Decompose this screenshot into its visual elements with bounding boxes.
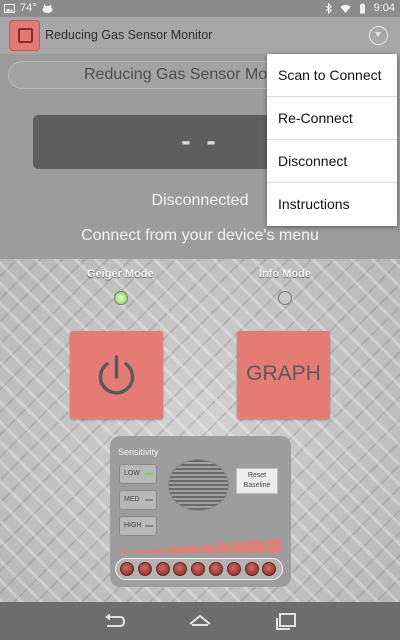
led-dot (262, 562, 277, 576)
led-dot (244, 562, 259, 576)
meter-bar (233, 542, 249, 553)
sensitivity-low-label: LOW (124, 470, 140, 477)
overflow-menu-button[interactable] (369, 26, 388, 45)
app-title: Reducing Gas Sensor Monitor (45, 28, 213, 42)
reset-label-line1: Reset (247, 472, 267, 479)
med-indicator (145, 499, 153, 501)
meter-bar (217, 543, 232, 553)
battery-icon (359, 3, 365, 13)
led-dot (191, 562, 206, 576)
led-strip (115, 558, 283, 580)
meter-bar (250, 540, 265, 553)
info-mode-label: Info Mode (259, 268, 311, 280)
battery-temp-text: 74° (20, 2, 37, 14)
status-bar-left: 74° (4, 2, 53, 14)
graph-button[interactable]: GRAPH (237, 331, 330, 419)
sensitivity-high-label: HIGH (124, 522, 142, 529)
menu-item-instructions[interactable]: Instructions (267, 183, 397, 226)
meter-bar (200, 545, 216, 553)
graph-button-label: GRAPH (246, 362, 321, 385)
geiger-mode-toggle[interactable] (114, 291, 128, 305)
speaker-grille-icon (168, 459, 229, 511)
reset-baseline-button[interactable]: Reset Baseline (236, 468, 278, 494)
overflow-menu: Scan to Connect Re-Connect Disconnect In… (267, 54, 397, 226)
level-meter (118, 539, 283, 553)
led-dot (137, 562, 152, 576)
info-mode-toggle[interactable] (278, 291, 292, 305)
recents-icon[interactable] (273, 610, 299, 632)
power-button[interactable] (70, 331, 163, 419)
menu-item-reconnect[interactable]: Re-Connect (267, 97, 397, 140)
connection-hint: Connect from your device's menu (81, 227, 319, 244)
meter-bar (167, 547, 183, 553)
meter-bar (118, 551, 133, 553)
sensor-face-icon (18, 28, 33, 43)
menu-item-scan-to-connect[interactable]: Scan to Connect (267, 54, 397, 97)
sensitivity-high-button[interactable]: HIGH (119, 516, 157, 536)
wifi-icon (340, 4, 351, 13)
led-dot (226, 562, 241, 576)
meter-bar (134, 550, 150, 553)
clock-text: 9:04 (373, 2, 395, 14)
power-icon (98, 355, 135, 395)
navigation-bar (0, 602, 400, 640)
led-dot (120, 562, 134, 576)
sensitivity-med-label: MED (124, 496, 140, 503)
bluetooth-icon (325, 2, 332, 14)
led-dot (209, 562, 223, 576)
app-icon[interactable] (9, 20, 40, 51)
sensitivity-title: Sensitivity (118, 447, 159, 457)
sensitivity-panel: Sensitivity LOW MED HIGH Reset Baseline (110, 436, 291, 587)
status-bar-right: 9:04 (323, 2, 395, 14)
home-icon[interactable] (187, 610, 213, 632)
sensitivity-low-button[interactable]: LOW (119, 464, 157, 484)
meter-bar (151, 549, 166, 553)
sensitivity-med-button[interactable]: MED (119, 490, 157, 510)
high-indicator (145, 525, 153, 527)
back-icon[interactable] (101, 610, 127, 632)
action-bar: Reducing Gas Sensor Monitor (0, 17, 400, 54)
menu-item-disconnect[interactable]: Disconnect (267, 140, 397, 183)
low-indicator (145, 473, 153, 475)
cat-icon (42, 3, 53, 13)
meter-bar (266, 539, 282, 553)
status-bar: 74° 9:04 (0, 0, 400, 17)
meter-bar (184, 546, 199, 553)
image-icon (4, 3, 15, 13)
led-dot (155, 562, 170, 576)
geiger-mode-label: Geiger Mode (87, 268, 154, 280)
led-dot (173, 562, 188, 576)
reset-label-line2: Baseline (243, 482, 271, 489)
control-area: Geiger Mode Info Mode GRAPH Sensitivity … (0, 259, 400, 602)
